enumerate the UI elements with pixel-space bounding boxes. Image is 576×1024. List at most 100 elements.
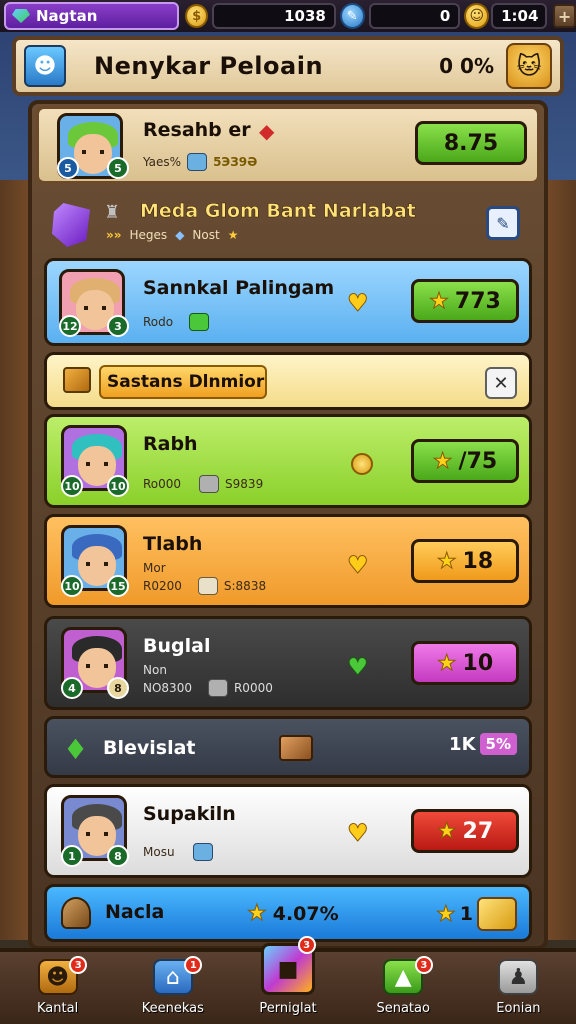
row-name: Supakiln (143, 803, 236, 825)
map-icon[interactable] (477, 897, 517, 931)
row-meta: NO8300 R0000 (143, 679, 273, 697)
gem-counter: 0 (368, 3, 461, 29)
score-button[interactable]: ★ 27 (411, 809, 519, 853)
nav-item-kantal[interactable]: 3 ☻ Kantal (0, 952, 115, 1024)
player-name-chip[interactable]: Nagtan (4, 2, 180, 30)
row-meta1: Ro000 (143, 477, 182, 491)
timer: 1:04 (491, 3, 548, 29)
percent-value: 4.07% (272, 902, 339, 925)
leaderboard-row[interactable]: 4 8 Buglal Non NO8300 R0000 ♥ ★ 10 (44, 616, 532, 710)
cat-mascot-icon[interactable]: 🐱 (506, 43, 552, 89)
count-badge: 5% (479, 733, 517, 755)
nav-label: Eonian (496, 1001, 541, 1016)
notification-badge: 3 (297, 936, 316, 954)
nav-item-perniglat[interactable]: 3 ■ Perniglat (230, 936, 345, 1024)
level-badge: 12 (59, 315, 81, 337)
row-score: 773 (454, 288, 501, 314)
star-icon: ★ (436, 650, 457, 676)
score-button[interactable]: ★ 18 (411, 539, 519, 583)
star-icon: ★ (429, 288, 450, 314)
close-icon[interactable]: ✕ (485, 367, 517, 399)
shield-icon: ◆ (175, 228, 185, 242)
level-badge: 4 (61, 677, 83, 699)
notification-badge: 1 (184, 956, 203, 974)
time-value: 1:04 (501, 7, 539, 25)
row-meta1: R0200 (143, 579, 182, 593)
nav-item-senatao[interactable]: 3 ▲ Senatao (346, 952, 461, 1024)
league-sub-a: Heges (129, 228, 168, 242)
rank-badge: 5 (107, 157, 129, 179)
clover-icon (189, 313, 210, 331)
nav-label: Senatao (376, 1001, 430, 1016)
user-icon: ♟ (498, 959, 539, 995)
row-name: Rabh (143, 433, 198, 455)
edit-button[interactable]: ✎ (486, 206, 520, 240)
leaderboard-row[interactable]: 10 15 Tlabh Mor R0200 S:8838 ♥ ★ 18 (44, 514, 532, 608)
row-score: 18 (462, 548, 494, 574)
player-score-button[interactable]: 8.75 (415, 121, 527, 165)
leaderboard-row[interactable]: 12 3 Sannkal Palingam Rodo ♥ ★ 773 (44, 258, 532, 346)
row-tag: Rodo (143, 315, 174, 329)
tag-icon (199, 475, 220, 493)
rank-badge: 8 (107, 677, 129, 699)
pencil-icon[interactable]: ✎ (339, 3, 365, 29)
section-banner[interactable]: Nacla ★ 4.07% ★ 1 (44, 884, 532, 942)
count-value: 1K (449, 733, 476, 755)
row-score: 10 (462, 650, 494, 676)
leaderboard-row[interactable]: 1 8 Supakiln Mosu ♥ ★ 27 (44, 784, 532, 878)
resource-bar: Nagtan $ 1038 ✎ 0 ☺ 1:04 + (0, 0, 576, 32)
star-small-icon: ★ (227, 228, 239, 242)
banner-name: Nacla (105, 901, 165, 923)
row-name: Tlabh (143, 533, 203, 555)
coin-count: 1038 (284, 7, 326, 25)
current-player-row[interactable]: 5 5 Resahb er ◆ Yaes% 5ЭЗ9Ә 8.75 (36, 106, 540, 184)
star-icon: ★ (436, 548, 457, 574)
notification-badge: 3 (69, 956, 88, 974)
star-icon: ★ (436, 818, 457, 844)
row-tag: Mor (143, 561, 166, 575)
league-sub-b: Nost (192, 228, 220, 242)
chest-icon (279, 735, 313, 761)
player-score: 8.75 (443, 130, 499, 156)
star-icon: ★ (436, 901, 457, 927)
star-icon: ★ (247, 901, 268, 927)
rank-value: 1 (459, 903, 473, 925)
row-meta2: S:8838 (223, 579, 267, 593)
header-percent: 0 0% (439, 54, 494, 78)
plus-icon[interactable]: + (553, 4, 576, 28)
leaderboard-row[interactable]: 10 10 Rabh Ro000 S9839 ★ /75 (44, 414, 532, 508)
banner-label: Sastans Dlnmior (107, 372, 265, 392)
chest-icon (63, 367, 91, 393)
smile-icon[interactable]: ☺ (464, 3, 490, 29)
nav-item-eonian[interactable]: ♟ Eonian (461, 952, 576, 1024)
banner-label-box: Sastans Dlnmior (99, 365, 267, 399)
row-tag: Non (143, 663, 167, 677)
bottom-navigation: 3 ☻ Kantal 1 ⌂ Keenekas 3 ■ Perniglat 3 … (0, 936, 576, 1024)
row-score: 27 (462, 818, 494, 844)
header-banner: ☻ Nenykar Peloain 0 0% 🐱 (12, 36, 564, 96)
score-button[interactable]: ★ 10 (411, 641, 519, 685)
player-sub-value: 5ЭЗ9Ә (213, 155, 258, 169)
notification-badge: 3 (414, 956, 433, 974)
section-banner[interactable]: ♦ Blevislat 1K 5% (44, 716, 532, 778)
star-icon: ★ (432, 448, 453, 474)
heart-icon: ♥ (347, 551, 370, 580)
coin-icon: $ (185, 4, 209, 28)
row-score: /75 (458, 448, 498, 474)
level-badge: 5 (57, 157, 79, 179)
gem-count: 0 (439, 7, 451, 25)
profile-icon[interactable]: ☻ (24, 45, 66, 87)
nav-item-keenekas[interactable]: 1 ⌂ Keenekas (115, 952, 230, 1024)
level-badge: 10 (61, 475, 83, 497)
player-name-label: Resahb er (143, 119, 251, 141)
row-name: Sannkal Palingam (143, 277, 335, 299)
banner-count: 1K 5% (449, 733, 517, 755)
score-button[interactable]: ★ 773 (411, 279, 519, 323)
ruby-icon: ◆ (259, 119, 275, 143)
score-button[interactable]: ★ /75 (411, 439, 519, 483)
row-name: Buglal (143, 635, 211, 657)
row-tag: Mosu (143, 845, 175, 859)
gem-chip-icon (187, 153, 208, 171)
section-banner[interactable]: Sastans Dlnmior ✕ (44, 352, 532, 410)
trophy-icon: ♜ (104, 202, 121, 223)
